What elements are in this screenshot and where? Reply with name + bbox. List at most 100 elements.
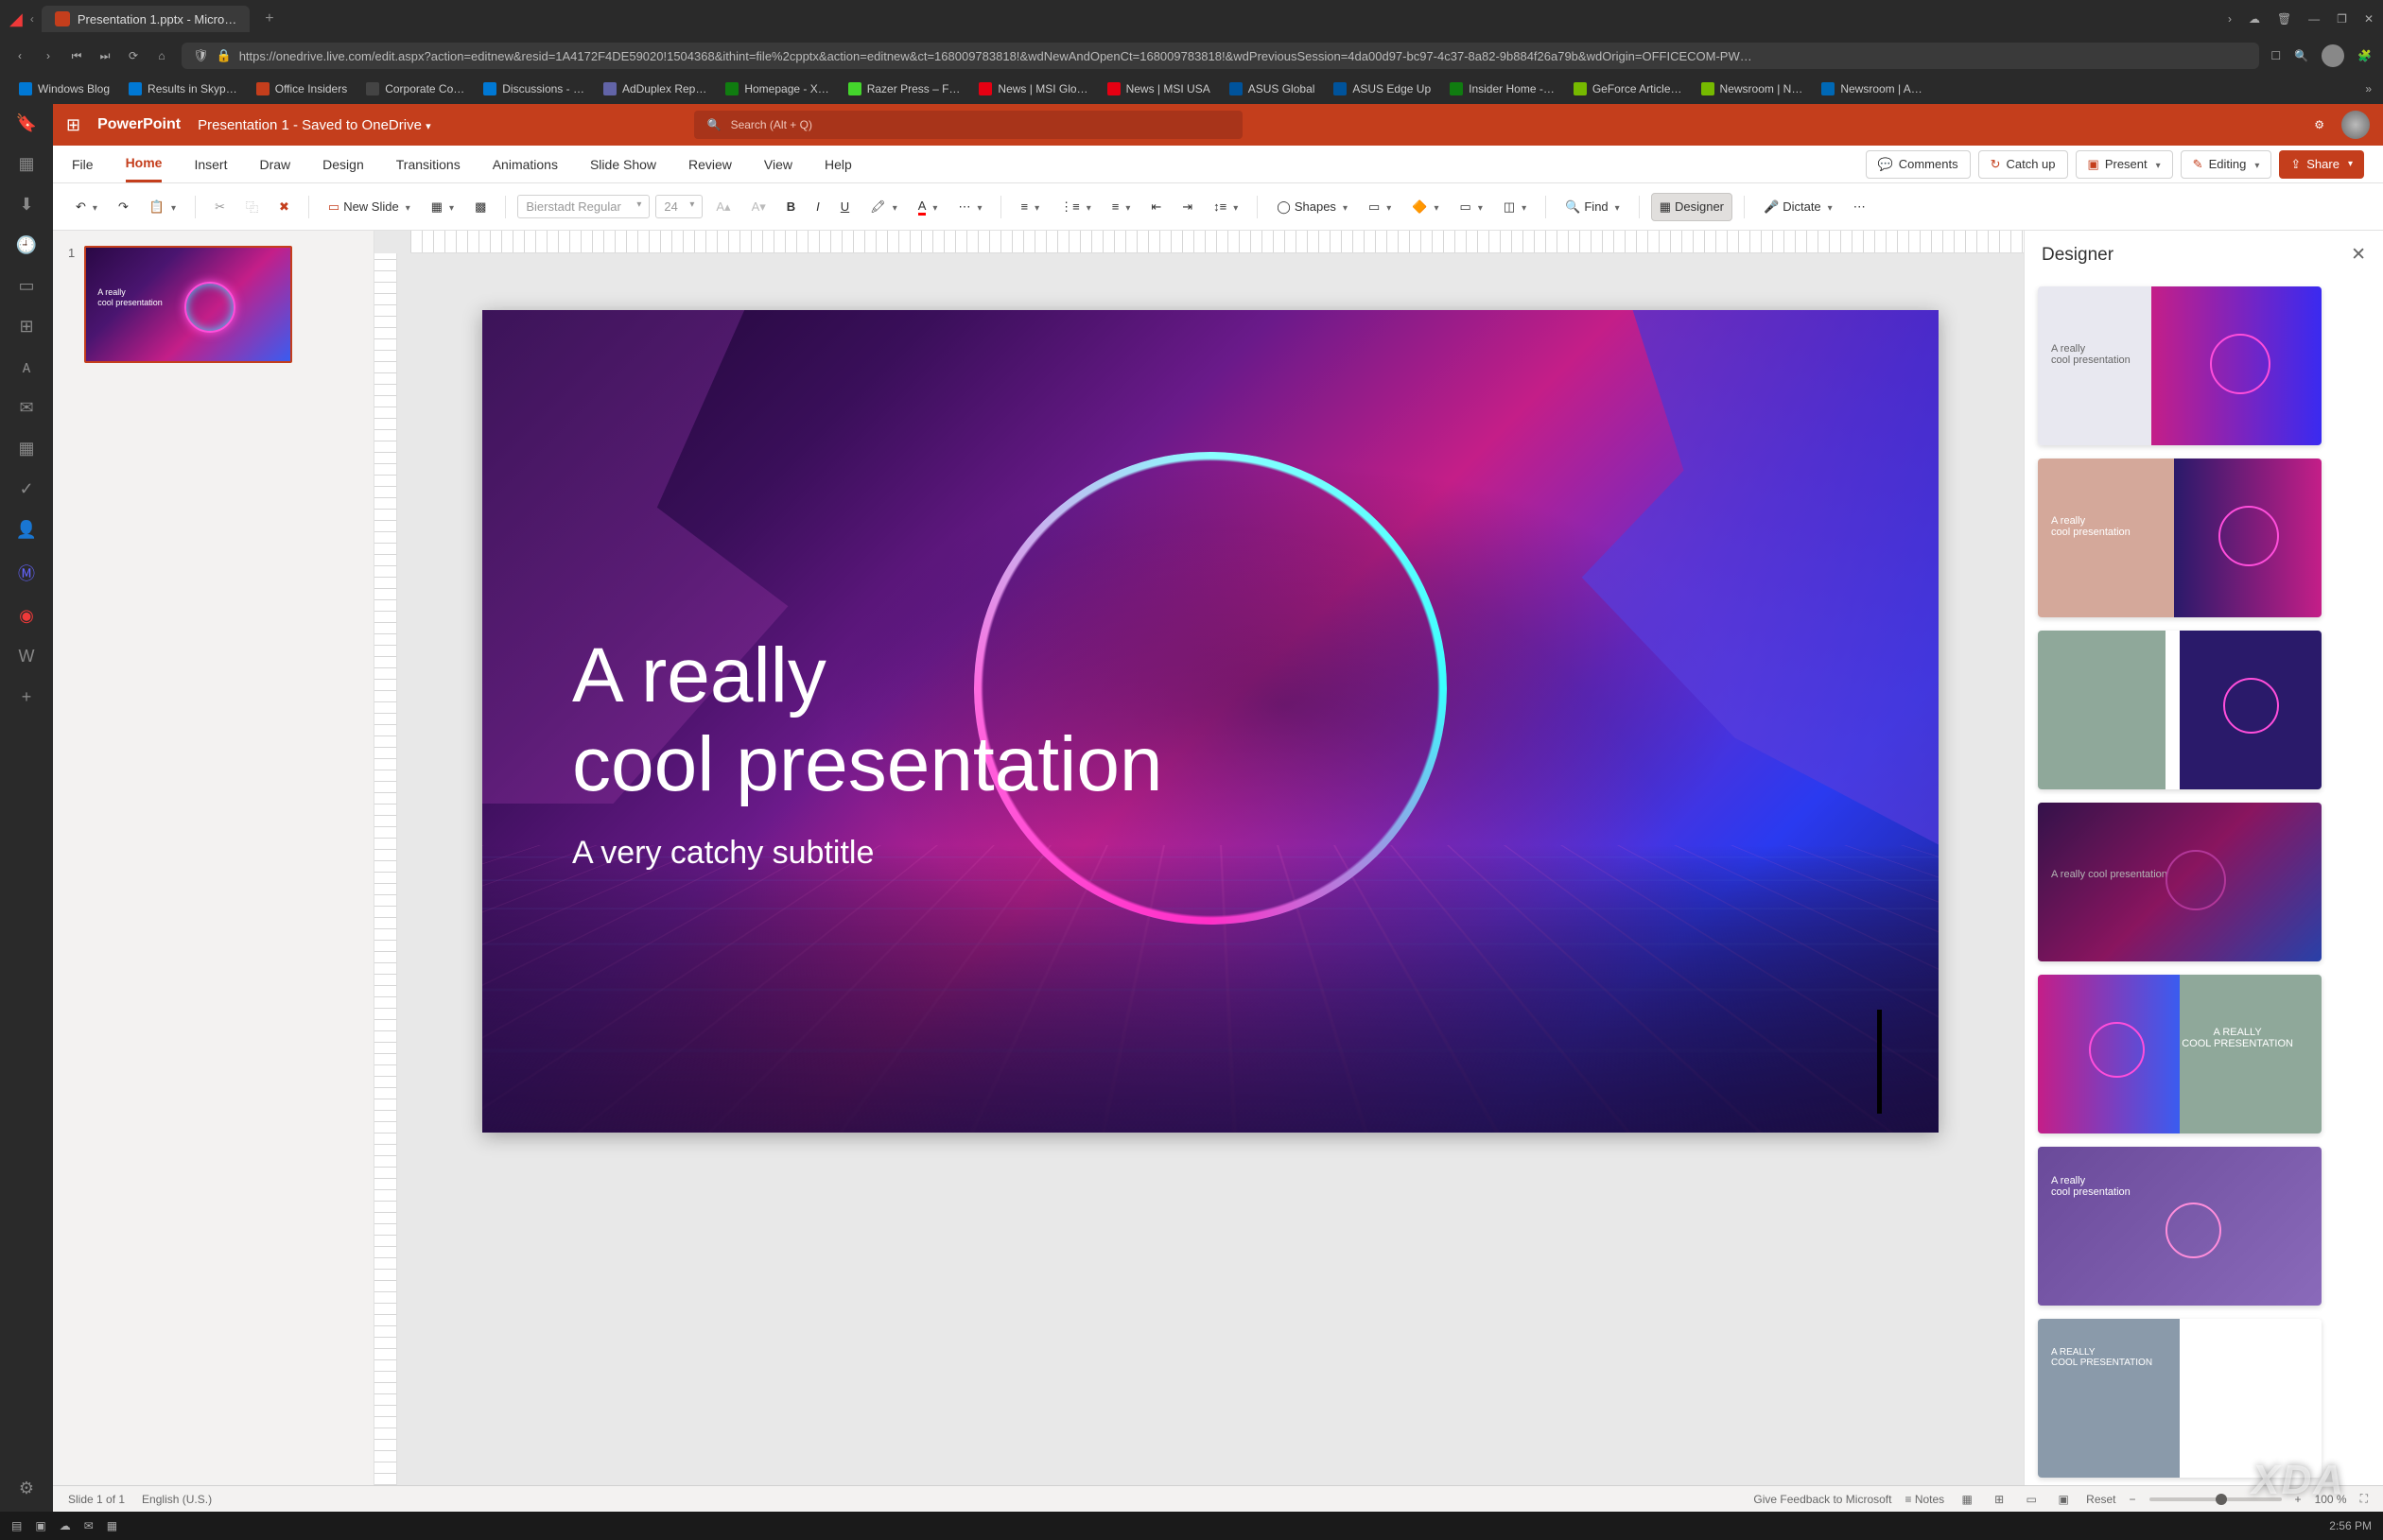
numbering-button[interactable]: ⋮≡	[1052, 194, 1099, 220]
bookmarks-overflow-icon[interactable]: »	[2365, 82, 2372, 95]
zoom-out-icon[interactable]: −	[2130, 1493, 2136, 1506]
document-title[interactable]: Presentation 1 - Saved to OneDrive ▾	[198, 117, 431, 133]
downloads-icon[interactable]: ⬇	[19, 195, 33, 215]
notes-icon[interactable]: ▭	[18, 276, 34, 296]
zoom-reset[interactable]: Reset	[2086, 1493, 2115, 1506]
bookmarks-panel-icon[interactable]: 🔖	[16, 113, 37, 133]
slideshow-view-icon[interactable]: ▣	[2054, 1490, 2073, 1509]
ribbon-tab-transitions[interactable]: Transitions	[396, 147, 461, 182]
ribbon-tab-view[interactable]: View	[764, 147, 792, 182]
design-option[interactable]: A REALLYCOOL PRESENTATION	[2038, 1319, 2322, 1478]
design-option[interactable]: A reallycool presentation	[2038, 286, 2322, 445]
settings-gear-icon[interactable]: ⚙	[2314, 118, 2324, 131]
indent-inc-button[interactable]: ⇥	[1174, 194, 1200, 220]
fit-to-window-icon[interactable]: ⛶	[2360, 1492, 2368, 1506]
ribbon-tab-draw[interactable]: Draw	[259, 147, 290, 182]
mastodon-icon[interactable]: Ⓜ	[18, 561, 35, 585]
account-avatar[interactable]	[2341, 111, 2370, 139]
profile-avatar[interactable]	[2322, 44, 2344, 67]
editing-mode-button[interactable]: ✎Editing	[2181, 150, 2272, 179]
italic-button[interactable]: I	[809, 194, 827, 219]
vertical-ruler[interactable]	[374, 253, 397, 1485]
language-indicator[interactable]: English (U.S.)	[142, 1493, 212, 1506]
bookmark-item[interactable]: Newsroom | A…	[1814, 78, 1929, 99]
add-panel-icon[interactable]: +	[22, 687, 32, 707]
maximize-icon[interactable]: ❐	[2337, 12, 2347, 26]
vivaldi-panel-icon[interactable]: ◉	[19, 606, 34, 626]
settings-icon[interactable]: ⚙	[19, 1479, 34, 1498]
taskbar-clock[interactable]: 2:56 PM	[2329, 1519, 2372, 1532]
bookmark-item[interactable]: News | MSI Glo…	[971, 78, 1095, 99]
bookmark-item[interactable]: Discussions - …	[476, 78, 592, 99]
sorter-view-icon[interactable]: ⊞	[1990, 1490, 2009, 1509]
taskbar-mail-icon[interactable]: ✉	[84, 1519, 94, 1532]
decrease-font-button[interactable]: A▾	[744, 194, 774, 220]
share-button[interactable]: ⇪Share▾	[2279, 150, 2364, 179]
translate-icon[interactable]: ᴀ	[23, 357, 31, 377]
ribbon-tab-file[interactable]: File	[72, 147, 94, 182]
layout-button[interactable]: ▦	[424, 194, 461, 220]
bookmark-item[interactable]: Homepage - X…	[718, 78, 836, 99]
bookmark-item[interactable]: GeForce Article…	[1566, 78, 1690, 99]
copy-button[interactable]: ⿻	[238, 192, 266, 221]
bookmark-item[interactable]: AdDuplex Rep…	[596, 78, 714, 99]
comments-button[interactable]: 💬Comments	[1866, 150, 1971, 179]
slide-canvas[interactable]: A reallycool presentation A very catchy …	[482, 310, 1939, 1133]
font-family-select[interactable]: Bierstadt Regular▾	[517, 195, 650, 218]
taskbar-menu-icon[interactable]: ▤	[11, 1519, 22, 1532]
line-spacing-button[interactable]: ↕≡	[1206, 194, 1245, 219]
close-pane-icon[interactable]: ✕	[2351, 244, 2366, 266]
shape-outline-button[interactable]: ▭	[1452, 194, 1490, 220]
normal-view-icon[interactable]: ▦	[1957, 1490, 1976, 1509]
slide-title-textbox[interactable]: A reallycool presentation	[572, 632, 1163, 810]
wikipedia-icon[interactable]: W	[19, 647, 35, 666]
more-commands-button[interactable]: ⋯	[1846, 194, 1873, 220]
slide-thumbnail[interactable]: A really cool presentation	[84, 246, 292, 363]
trash-icon[interactable]: 🗑	[2277, 12, 2291, 26]
font-color-button[interactable]: A	[911, 193, 946, 221]
bookmark-item[interactable]: Insider Home -…	[1442, 78, 1562, 99]
design-option[interactable]	[2038, 631, 2322, 789]
bookmark-item[interactable]: Results in Skyp…	[121, 78, 245, 99]
arrange-button[interactable]: ▭	[1361, 194, 1399, 220]
design-option[interactable]: A reallycool presentation	[2038, 459, 2322, 617]
new-slide-button[interactable]: ▭ New Slide	[321, 194, 418, 220]
bookmark-item[interactable]: ASUS Edge Up	[1326, 78, 1438, 99]
minimize-icon[interactable]: —	[2308, 12, 2320, 26]
align-button[interactable]: ≡	[1105, 194, 1139, 219]
taskbar-calendar-icon[interactable]: ▦	[107, 1519, 117, 1532]
search-box[interactable]: 🔍 Search (Alt + Q)	[694, 111, 1243, 139]
back-icon[interactable]: ‹	[11, 49, 28, 62]
redo-button[interactable]: ↷	[111, 194, 136, 220]
rewind-icon[interactable]: ⏮	[68, 49, 85, 63]
window-panel-icon[interactable]: ⊞	[19, 317, 33, 337]
app-launcher-icon[interactable]: ⊞	[66, 115, 80, 135]
mail-icon[interactable]: ✉	[19, 398, 33, 418]
feeds-icon[interactable]: ✓	[19, 479, 33, 499]
bookmark-icon[interactable]: ☐	[2270, 49, 2281, 62]
undo-button[interactable]: ↶	[68, 194, 105, 220]
ribbon-tab-review[interactable]: Review	[688, 147, 732, 182]
bookmark-item[interactable]: News | MSI USA	[1100, 78, 1218, 99]
reading-list-icon[interactable]: ▦	[18, 154, 34, 174]
reading-view-icon[interactable]: ▭	[2022, 1490, 2041, 1509]
notes-toggle[interactable]: ≡ Notes	[1905, 1493, 1944, 1506]
indent-dec-button[interactable]: ⇤	[1143, 194, 1169, 220]
slide-subtitle-textbox[interactable]: A very catchy subtitle	[572, 835, 874, 872]
ribbon-tab-design[interactable]: Design	[322, 147, 364, 182]
bold-button[interactable]: B	[779, 194, 803, 219]
contacts-icon[interactable]: 👤	[16, 520, 37, 540]
format-painter-button[interactable]: ✖	[271, 194, 297, 220]
search-icon[interactable]: 🔍	[2294, 49, 2308, 62]
address-bar[interactable]: 🛡 🔒 https://onedrive.live.com/edit.aspx?…	[182, 43, 2259, 69]
quick-styles-button[interactable]: ◫	[1496, 194, 1534, 220]
bullets-button[interactable]: ≡	[1013, 194, 1047, 219]
slide-thumbnail-item[interactable]: 1 A really cool presentation	[68, 246, 358, 363]
designer-options-list[interactable]: A reallycool presentation A reallycool p…	[2025, 279, 2383, 1485]
design-option[interactable]: A really cool presentation	[2038, 803, 2322, 961]
designer-button[interactable]: ▦ Designer	[1651, 193, 1732, 221]
fastforward-icon[interactable]: ⏭	[96, 49, 113, 63]
chevron-down-icon[interactable]	[2252, 157, 2259, 171]
home-icon[interactable]: ⌂	[153, 49, 170, 62]
reload-icon[interactable]: ⟳	[125, 49, 142, 62]
